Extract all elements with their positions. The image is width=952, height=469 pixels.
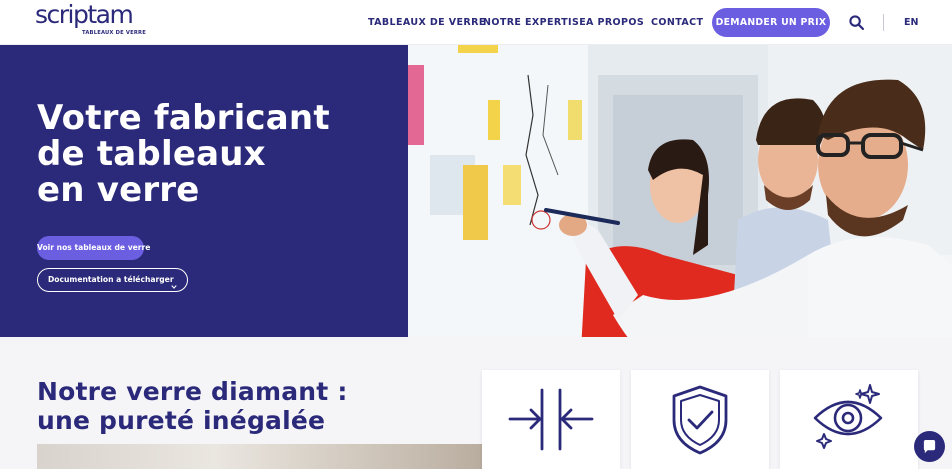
hero-title: Votre fabricant de tableaux en verre: [37, 100, 330, 208]
site-header: scriptam TABLEAUX DE VERRE TABLEAUX DE V…: [0, 0, 952, 45]
nav-contact[interactable]: CONTACT: [651, 0, 703, 45]
hero-title-line: Votre fabricant: [37, 98, 330, 138]
search-icon[interactable]: [849, 15, 865, 31]
chat-launcher-button[interactable]: [914, 431, 945, 462]
language-switch[interactable]: EN: [904, 0, 918, 45]
view-glass-boards-button[interactable]: Voir nos tableaux de verre: [37, 236, 150, 260]
documentation-download-label: Documentation a télécharger: [48, 275, 174, 284]
nav-a-propos[interactable]: A PROPOS: [586, 0, 644, 45]
documentation-download-dropdown[interactable]: Documentation a télécharger: [37, 268, 188, 292]
nav-tableaux-de-verre[interactable]: TABLEAUX DE VERRE: [368, 0, 486, 45]
hero-title-line: de tableaux: [37, 134, 266, 174]
chat-bubble-icon: [923, 439, 936, 454]
feature-card-thin-profile: [482, 370, 620, 469]
section-title: Notre verre diamant : une pureté inégalé…: [37, 377, 348, 435]
request-price-button[interactable]: DEMANDER UN PRIX: [712, 8, 830, 37]
section-title-line: Notre verre diamant :: [37, 377, 348, 406]
feature-card-clarity: [780, 370, 918, 469]
thin-profile-icon: [508, 388, 594, 451]
header-divider: [883, 14, 884, 31]
nav-notre-expertise[interactable]: NOTRE EXPERTISE: [483, 0, 586, 45]
logo-tagline: TABLEAUX DE VERRE: [82, 30, 146, 36]
glass-board-preview-image: [37, 444, 482, 469]
shield-check-icon: [672, 385, 728, 455]
section-title-line: une pureté inégalée: [37, 406, 326, 435]
chevron-down-icon: [171, 277, 177, 289]
hero-title-line: en verre: [37, 170, 200, 210]
eye-sparkle-icon: [813, 384, 883, 449]
logo-wordmark: scriptam: [35, 0, 134, 29]
scriptam-logo[interactable]: scriptam TABLEAUX DE VERRE: [35, 0, 146, 42]
feature-card-shield: [631, 370, 769, 469]
